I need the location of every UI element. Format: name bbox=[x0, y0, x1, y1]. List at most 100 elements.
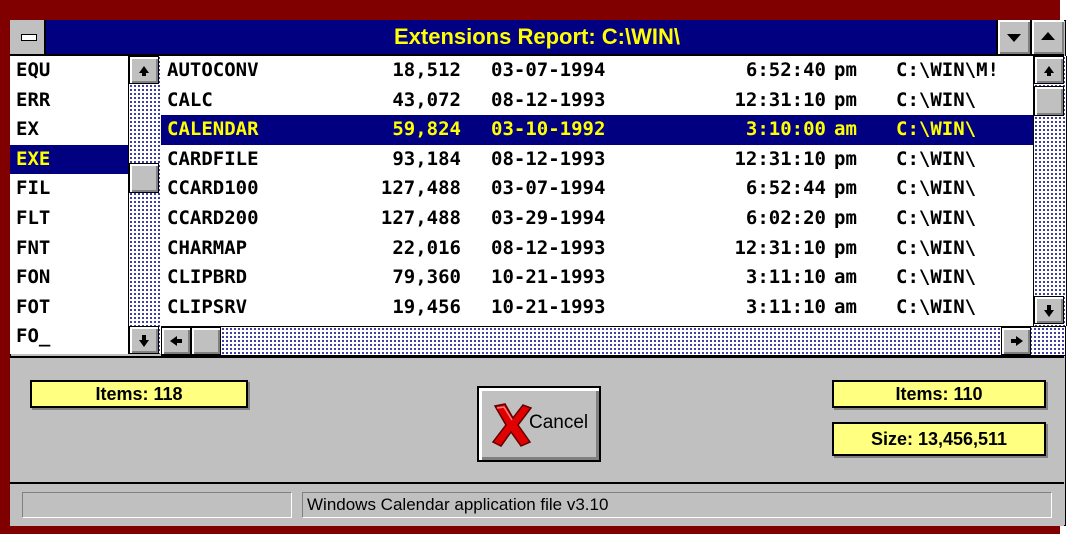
file-size: 127,488 bbox=[380, 206, 461, 229]
scroll-thumb[interactable] bbox=[129, 163, 159, 193]
extension-item[interactable]: FLT bbox=[10, 204, 128, 234]
file-date: 03-07-1994 bbox=[491, 59, 606, 81]
scroll-left-icon[interactable] bbox=[161, 327, 191, 355]
window-title: Extensions Report: C:\WIN\ bbox=[393, 24, 680, 49]
file-name: CHARMAP bbox=[167, 236, 248, 259]
file-time: 12:31:10 bbox=[734, 236, 826, 259]
extension-item[interactable]: FO_ bbox=[10, 322, 128, 352]
file-time: 6:02:20 bbox=[745, 206, 826, 229]
file-date: 08-12-1993 bbox=[491, 147, 606, 170]
file-size: 93,184 bbox=[392, 147, 461, 170]
file-ampm: pm bbox=[834, 59, 857, 81]
file-row[interactable]: CLIPSRV 19,456 10-21-1993 3:11:10 am C:\WIN\ bbox=[161, 293, 1033, 323]
status-message: Windows Calendar application file v3.10 bbox=[302, 492, 1052, 518]
title-bar[interactable]: Extensions Report: C:\WIN\ bbox=[10, 20, 1064, 56]
file-ampm: pm bbox=[834, 236, 857, 259]
file-date: 10-21-1993 bbox=[491, 295, 606, 318]
file-path: C:\WIN\ bbox=[896, 295, 977, 318]
file-size: 19,456 bbox=[392, 295, 461, 318]
file-list[interactable]: AUTOCONV 18,512 03-07-1994 6:52:40 pm C:\WIN\… bbox=[161, 56, 1033, 326]
extension-list[interactable]: EQU ERR EX EXE FIL FLT FNT FON FOT FO_ bbox=[10, 56, 129, 354]
scroll-right-icon[interactable] bbox=[1001, 327, 1031, 355]
extension-item[interactable]: ERR bbox=[10, 86, 128, 116]
extension-item[interactable]: EX bbox=[10, 115, 128, 145]
cancel-label: Cancel bbox=[529, 412, 589, 433]
scroll-thumb[interactable] bbox=[1034, 86, 1064, 116]
file-time: 12:31:10 bbox=[734, 88, 826, 111]
cancel-button[interactable]: Cancel bbox=[477, 386, 601, 462]
summary-panel: Items: 118 Cancel Items: 110 Size: 13,45… bbox=[10, 356, 1064, 482]
file-ampm: am bbox=[834, 266, 857, 289]
file-row[interactable]: CARDFILE 93,184 08-12-1993 12:31:10 pm C:\WIN… bbox=[161, 145, 1033, 175]
status-bar: Windows Calendar application file v3.10 bbox=[10, 482, 1064, 526]
file-size: 22,016 bbox=[392, 236, 461, 259]
file-date: 03-10-1992 bbox=[491, 118, 606, 141]
file-path: C:\WIN\ bbox=[896, 147, 977, 170]
file-row[interactable]: CLIPBRD 79,360 10-21-1993 3:11:10 am C:\WIN\ bbox=[161, 263, 1033, 293]
file-size: 79,360 bbox=[392, 266, 461, 289]
file-list-vertical-scrollbar[interactable] bbox=[1033, 56, 1067, 326]
file-row[interactable]: CHARMAP 22,016 08-12-1993 12:31:10 pm C:\WIN\ bbox=[161, 234, 1033, 264]
file-path: C:\WIN\ bbox=[896, 118, 977, 141]
file-time: 12:31:10 bbox=[734, 147, 826, 170]
file-ampm: pm bbox=[834, 177, 857, 200]
extension-item[interactable]: FNT bbox=[10, 234, 128, 264]
file-name: CLIPBRD bbox=[167, 266, 248, 289]
extension-item[interactable]: FIL bbox=[10, 174, 128, 204]
file-date: 10-21-1993 bbox=[491, 266, 606, 289]
maximize-icon[interactable] bbox=[1030, 20, 1064, 54]
file-time: 3:11:10 bbox=[745, 295, 826, 318]
extension-item[interactable]: EXE bbox=[10, 144, 128, 175]
file-ampm: pm bbox=[834, 88, 857, 111]
file-date: 03-07-1994 bbox=[491, 177, 606, 200]
file-name: CCARD100 bbox=[167, 177, 259, 200]
extension-list-scrollbar[interactable] bbox=[128, 56, 162, 354]
file-path: C:\WIN\ bbox=[896, 206, 977, 229]
scroll-up-icon[interactable] bbox=[1034, 56, 1064, 84]
status-panel-left bbox=[22, 492, 292, 518]
scroll-down-icon[interactable] bbox=[129, 326, 159, 354]
file-path: C:\WIN\ bbox=[896, 266, 977, 289]
cancel-x-icon bbox=[491, 403, 533, 447]
file-size: 59,824 bbox=[392, 118, 461, 141]
extension-item[interactable]: EQU bbox=[10, 56, 128, 86]
file-path: C:\WIN\ bbox=[896, 88, 977, 111]
file-row[interactable]: CCARD100 127,488 03-07-1994 6:52:44 pm C:\WIN… bbox=[161, 174, 1033, 204]
file-time: 6:52:40 bbox=[745, 59, 826, 81]
file-name: CALC bbox=[167, 88, 213, 111]
file-path: C:\WIN\M! bbox=[896, 59, 999, 81]
total-size: Size: 13,456,511 bbox=[832, 422, 1046, 456]
scroll-down-icon[interactable] bbox=[1034, 296, 1064, 324]
file-row[interactable]: CALC 43,072 08-12-1993 12:31:10 pm C:\WIN\ bbox=[161, 86, 1033, 116]
file-path: C:\WIN\ bbox=[896, 236, 977, 259]
file-time: 3:10:00 bbox=[745, 118, 826, 141]
file-row[interactable]: CALENDAR 59,824 03-10-1992 3:10:00 am C:\WIN\ bbox=[161, 115, 1033, 145]
scroll-up-icon[interactable] bbox=[129, 56, 159, 84]
file-time: 6:52:44 bbox=[745, 177, 826, 200]
file-size: 127,488 bbox=[380, 177, 461, 200]
file-name: CLIPSRV bbox=[167, 295, 248, 318]
file-ampm: am bbox=[834, 295, 857, 318]
file-size: 18,512 bbox=[392, 59, 461, 81]
file-list-horizontal-scrollbar[interactable] bbox=[161, 326, 1065, 356]
file-row[interactable]: AUTOCONV 18,512 03-07-1994 6:52:40 pm C:\WIN\… bbox=[161, 56, 1033, 86]
extension-item[interactable]: FOT bbox=[10, 293, 128, 323]
file-size: 43,072 bbox=[392, 88, 461, 111]
file-ampm: pm bbox=[834, 147, 857, 170]
file-name: CCARD200 bbox=[167, 206, 259, 229]
file-ampm: am bbox=[834, 118, 857, 141]
file-date: 08-12-1993 bbox=[491, 236, 606, 259]
extension-item[interactable]: FON bbox=[10, 263, 128, 293]
left-items-count: Items: 118 bbox=[30, 380, 248, 408]
file-path: C:\WIN\ bbox=[896, 177, 977, 200]
file-row[interactable]: CCARD200 127,488 03-29-1994 6:02:20 pm C:\WIN… bbox=[161, 204, 1033, 234]
file-ampm: pm bbox=[834, 206, 857, 229]
scroll-thumb[interactable] bbox=[191, 327, 221, 355]
file-name: AUTOCONV bbox=[167, 59, 259, 81]
file-name: CALENDAR bbox=[167, 118, 259, 141]
right-items-count: Items: 110 bbox=[832, 380, 1046, 408]
file-name: CARDFILE bbox=[167, 147, 259, 170]
file-time: 3:11:10 bbox=[745, 266, 826, 289]
file-date: 08-12-1993 bbox=[491, 88, 606, 111]
minimize-icon[interactable] bbox=[996, 20, 1030, 54]
